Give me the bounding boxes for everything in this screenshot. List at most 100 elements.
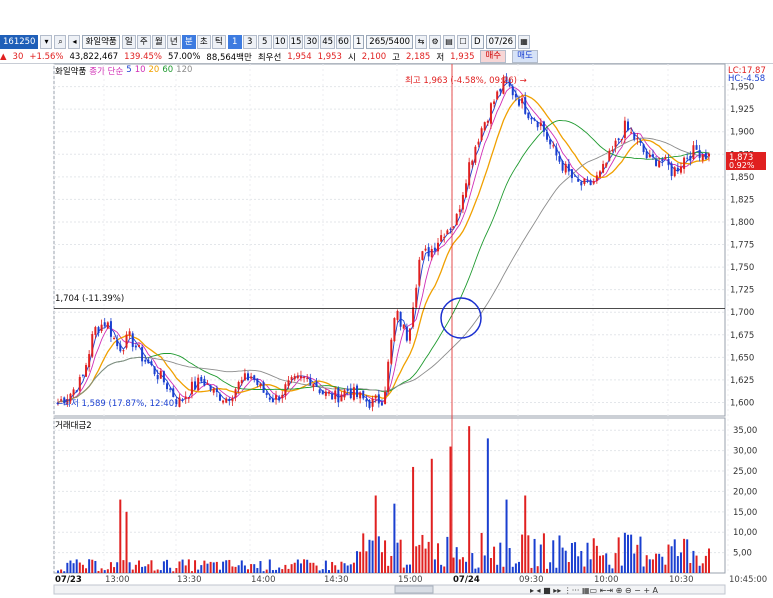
time-tick-label: 13:30 xyxy=(177,575,202,585)
ma-line-60 xyxy=(57,119,710,403)
volume-bar xyxy=(605,553,608,573)
volume-bar xyxy=(564,550,567,573)
candle-body xyxy=(169,388,172,390)
candle-body xyxy=(465,183,468,198)
volume-bar xyxy=(440,564,443,573)
chart-canvas[interactable]: 07/23 13:00 13:30 14:00 14:30 15:00 07/24 09:30… xyxy=(0,0,773,598)
price-tick-label: 1,825 xyxy=(730,195,754,205)
price-tick-label: 1,725 xyxy=(730,286,754,296)
candle-body xyxy=(471,160,474,165)
candle-body xyxy=(150,361,153,366)
volume-bar xyxy=(636,544,639,573)
candle-body xyxy=(331,393,334,400)
volume-bar xyxy=(265,569,268,573)
candle-body xyxy=(197,377,200,391)
volume-bar xyxy=(679,552,682,573)
volume-bar xyxy=(187,559,190,573)
candle-body xyxy=(648,154,651,158)
candle-body xyxy=(611,149,614,151)
price-tick-label: 1,800 xyxy=(730,218,754,228)
volume-bar xyxy=(455,547,458,573)
volume-bar xyxy=(639,536,642,573)
candle-body xyxy=(156,374,159,380)
candle-body xyxy=(598,171,601,177)
candle-body xyxy=(190,381,193,395)
price-tick-label: 1,950 xyxy=(730,83,754,93)
volume-bar xyxy=(452,557,455,573)
volume-bar xyxy=(271,570,274,573)
candle-body xyxy=(605,163,608,167)
candle-body xyxy=(695,145,698,150)
candle-body xyxy=(418,259,421,286)
volume-bar xyxy=(698,565,701,573)
candle-body xyxy=(303,377,306,379)
volume-bar xyxy=(247,569,250,573)
volume-bar xyxy=(362,533,365,573)
candle-body xyxy=(446,230,449,235)
candle-body xyxy=(384,391,387,404)
candle-body xyxy=(430,249,433,258)
circle-annotation[interactable] xyxy=(440,297,482,339)
volume-bar xyxy=(496,564,499,573)
price-tick-label: 1,600 xyxy=(730,398,754,408)
candle-body xyxy=(595,175,598,181)
volume-bar xyxy=(673,539,676,573)
volume-bar xyxy=(595,545,598,573)
volume-bar xyxy=(293,562,296,573)
time-tick-label: 07/24 xyxy=(453,575,480,585)
volume-bar xyxy=(371,540,374,573)
candle-body xyxy=(122,350,125,352)
volume-bar xyxy=(499,542,502,573)
volume-bar xyxy=(458,559,461,573)
volume-tick-label: 25,00 xyxy=(733,467,757,477)
candle-body xyxy=(567,164,570,172)
candle-body xyxy=(315,381,318,387)
candle-body xyxy=(499,88,502,92)
volume-bar xyxy=(159,570,162,573)
volume-bar xyxy=(552,540,555,573)
candle-body xyxy=(655,159,658,166)
candle-body xyxy=(247,373,250,381)
candle-body xyxy=(162,371,165,383)
scrollbar-thumb[interactable] xyxy=(394,585,434,594)
volume-bar xyxy=(598,555,601,573)
volume-bar xyxy=(69,560,72,573)
hc-label: HC:-4.58 xyxy=(728,74,765,84)
candle-body xyxy=(147,359,150,364)
candle-body xyxy=(222,400,225,403)
candle-body xyxy=(209,385,212,391)
candle-body xyxy=(78,377,81,391)
candle-body xyxy=(552,145,555,147)
volume-bar xyxy=(399,539,402,573)
candle-body xyxy=(306,377,309,379)
candle-body xyxy=(461,194,464,210)
candle-body xyxy=(412,307,415,327)
volume-bar xyxy=(284,564,287,573)
volume-bar xyxy=(695,555,698,573)
candle-body xyxy=(580,181,583,186)
candle-body xyxy=(474,146,477,163)
volume-bar xyxy=(172,571,175,573)
volume-bar xyxy=(250,564,253,573)
candle-body xyxy=(623,120,626,139)
volume-bar xyxy=(206,563,209,573)
volume-bar xyxy=(658,553,661,573)
candle-body xyxy=(275,395,278,400)
volume-bar xyxy=(667,544,670,573)
nav-controls-icon[interactable]: ▸ ◂ ■ ▸▸ ⋮··· ▦▭ ⇤⇥ ⊕ ⊖ − + A xyxy=(530,586,659,595)
candle-body xyxy=(103,322,106,327)
candle-body xyxy=(184,396,187,400)
volume-bar xyxy=(418,544,421,573)
volume-bar xyxy=(334,565,337,573)
volume-bar xyxy=(589,559,592,573)
candle-body xyxy=(265,392,268,396)
candle-body xyxy=(243,373,246,381)
candle-body xyxy=(181,399,184,401)
candle-body xyxy=(259,383,262,387)
candle-body xyxy=(278,396,281,401)
candle-body xyxy=(449,228,452,230)
current-pct: 0.92% xyxy=(729,161,755,170)
volume-bar xyxy=(393,503,396,573)
candle-body xyxy=(212,388,215,393)
candle-body xyxy=(670,163,673,176)
